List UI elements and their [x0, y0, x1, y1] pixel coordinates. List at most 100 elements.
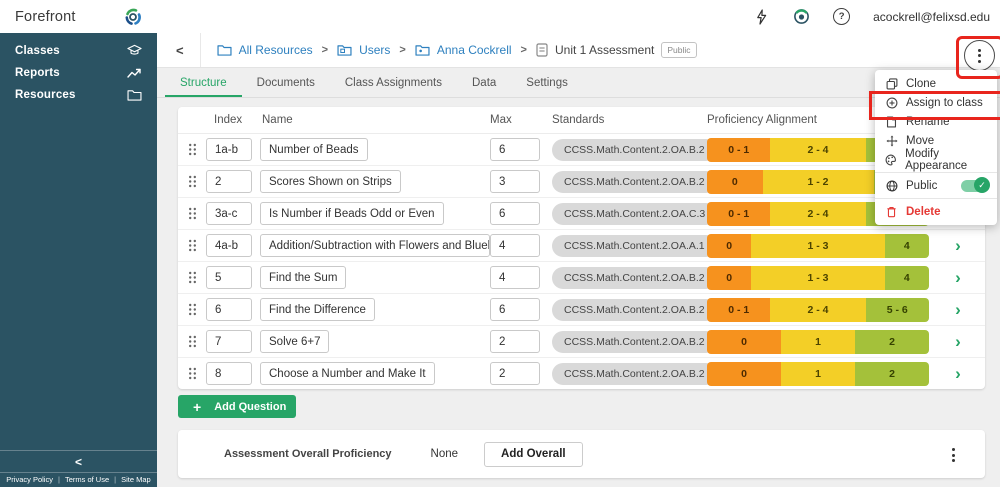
breadcrumb-all-resources[interactable]: All Resources — [217, 43, 313, 57]
name-field[interactable]: Choose a Number and Make It — [260, 362, 435, 385]
menu-item-rename[interactable]: Rename — [875, 112, 997, 131]
help-icon[interactable]: ? — [833, 8, 850, 25]
assessment-options-button[interactable] — [964, 40, 995, 71]
max-field[interactable]: 4 — [490, 234, 540, 257]
band-segment: 0 — [707, 362, 781, 386]
proficiency-bar[interactable]: 01 - 34 — [707, 266, 929, 290]
row-expand-chevron[interactable]: › — [955, 365, 961, 382]
sidebar-collapse-button[interactable]: < — [0, 451, 157, 472]
menu-item-clone[interactable]: Clone — [875, 74, 997, 93]
drag-handle-icon[interactable] — [188, 367, 197, 380]
name-field[interactable]: Find the Sum — [260, 266, 346, 289]
add-overall-button[interactable]: Add Overall — [484, 442, 583, 467]
index-field[interactable]: 4a-b — [206, 234, 252, 257]
proficiency-bar[interactable]: 01 - 34 — [707, 234, 929, 258]
proficiency-bar[interactable]: 012 — [707, 362, 929, 386]
band-segment: 0 — [707, 170, 763, 194]
standard-pill[interactable]: CCSS.Math.Content.2.OA.B.2 — [552, 171, 717, 193]
drag-handle-icon[interactable] — [188, 335, 197, 348]
drag-handle-icon[interactable] — [188, 303, 197, 316]
breadcrumb-users[interactable]: Users — [337, 43, 390, 57]
index-field[interactable]: 1a-b — [206, 138, 252, 161]
row-expand-chevron[interactable]: › — [955, 301, 961, 318]
standard-pill[interactable]: CCSS.Math.Content.2.OA.B.2 — [552, 331, 717, 353]
sidebar-item-classes[interactable]: Classes — [0, 39, 157, 62]
proficiency-bar[interactable]: 0 - 12 - 45 - 6 — [707, 298, 929, 322]
standard-pill[interactable]: CCSS.Math.Content.2.OA.C.3 — [552, 203, 717, 225]
name-field[interactable]: Solve 6+7 — [260, 330, 329, 353]
name-field[interactable]: Number of Beads — [260, 138, 368, 161]
sidebar-item-reports[interactable]: Reports — [0, 62, 157, 84]
table-row: 2 Scores Shown on Strips 3 CCSS.Math.Con… — [178, 166, 985, 198]
table-row: 5 Find the Sum 4 CCSS.Math.Content.2.OA.… — [178, 262, 985, 294]
name-field[interactable]: Addition/Subtraction with Flowers and Bl… — [260, 234, 490, 257]
name-field[interactable]: Scores Shown on Strips — [260, 170, 401, 193]
menu-item-public-toggle[interactable]: Public ✓ — [875, 176, 997, 195]
back-button[interactable]: < — [174, 43, 186, 58]
public-toggle[interactable]: ✓ — [961, 180, 988, 192]
breadcrumb-anna-cockrell[interactable]: Anna Cockrell — [415, 43, 512, 57]
sidebar-nav: Classes Reports Resources — [0, 33, 157, 106]
drag-handle-icon[interactable] — [188, 271, 197, 284]
overall-kebab-menu-icon[interactable] — [950, 446, 957, 464]
drag-handle-icon[interactable] — [188, 143, 197, 156]
drag-handle-icon[interactable] — [188, 239, 197, 252]
standard-pill[interactable]: CCSS.Math.Content.2.OA.B.2 — [552, 139, 717, 161]
tab-class-assignments[interactable]: Class Assignments — [330, 68, 457, 97]
index-field[interactable]: 6 — [206, 298, 252, 321]
max-field[interactable]: 3 — [490, 170, 540, 193]
index-field[interactable]: 5 — [206, 266, 252, 289]
tab-bar: Structure Documents Class Assignments Da… — [157, 68, 1000, 98]
band-segment: 0 — [707, 330, 781, 354]
user-email[interactable]: acockrell@felixsd.edu — [873, 10, 990, 24]
tab-structure[interactable]: Structure — [165, 68, 242, 97]
index-field[interactable]: 2 — [206, 170, 252, 193]
band-segment: 0 - 1 — [707, 298, 770, 322]
index-field[interactable]: 7 — [206, 330, 252, 353]
index-field[interactable]: 3a-c — [206, 202, 252, 225]
table-row: 3a-c Is Number if Beads Odd or Even 6 CC… — [178, 198, 985, 230]
standard-pill[interactable]: CCSS.Math.Content.2.OA.B.2 — [552, 299, 717, 321]
trash-icon — [885, 206, 898, 218]
row-expand-chevron[interactable]: › — [955, 269, 961, 286]
add-question-button[interactable]: + Add Question — [178, 395, 296, 418]
max-field[interactable]: 2 — [490, 330, 540, 353]
menu-item-delete[interactable]: Delete — [875, 202, 997, 221]
max-field[interactable]: 2 — [490, 362, 540, 385]
drag-handle-icon[interactable] — [188, 175, 197, 188]
menu-item-modify-appearance[interactable]: Modify Appearance — [875, 150, 997, 169]
standard-pill[interactable]: CCSS.Math.Content.2.OA.B.2 — [552, 363, 717, 385]
table-header-row: Index Name Max Standards Proficiency Ali… — [178, 107, 985, 134]
table-row: 1a-b Number of Beads 6 CCSS.Math.Content… — [178, 134, 985, 166]
name-field[interactable]: Find the Difference — [260, 298, 375, 321]
standard-pill[interactable]: CCSS.Math.Content.2.OA.B.2 — [552, 267, 717, 289]
name-field[interactable]: Is Number if Beads Odd or Even — [260, 202, 444, 225]
tab-data[interactable]: Data — [457, 68, 511, 97]
max-field[interactable]: 6 — [490, 298, 540, 321]
overall-value: None — [431, 448, 459, 460]
proficiency-bar[interactable]: 012 — [707, 330, 929, 354]
max-field[interactable]: 4 — [490, 266, 540, 289]
max-field[interactable]: 6 — [490, 202, 540, 225]
status-ring-icon[interactable] — [793, 8, 810, 25]
privacy-policy-link[interactable]: Privacy Policy — [6, 475, 53, 484]
breadcrumb-divider — [200, 33, 201, 67]
tab-documents[interactable]: Documents — [242, 68, 330, 97]
terms-of-use-link[interactable]: Terms of Use — [65, 475, 109, 484]
max-field[interactable]: 6 — [490, 138, 540, 161]
menu-item-assign-to-class[interactable]: Assign to class — [875, 93, 997, 112]
standard-pill[interactable]: CCSS.Math.Content.2.OA.A.1 — [552, 235, 717, 257]
row-expand-chevron[interactable]: › — [955, 333, 961, 350]
band-segment: 4 — [885, 234, 929, 258]
site-map-link[interactable]: Site Map — [121, 475, 151, 484]
quick-actions-lightning-icon[interactable] — [753, 8, 770, 25]
tab-settings[interactable]: Settings — [511, 68, 583, 97]
menu-divider — [875, 198, 997, 199]
band-segment: 2 — [855, 330, 929, 354]
sidebar-item-resources[interactable]: Resources — [0, 84, 157, 106]
content-area: Index Name Max Standards Proficiency Ali… — [157, 98, 1000, 478]
drag-handle-icon[interactable] — [188, 207, 197, 220]
index-field[interactable]: 8 — [206, 362, 252, 385]
graduation-cap-icon — [127, 44, 142, 57]
row-expand-chevron[interactable]: › — [955, 237, 961, 254]
